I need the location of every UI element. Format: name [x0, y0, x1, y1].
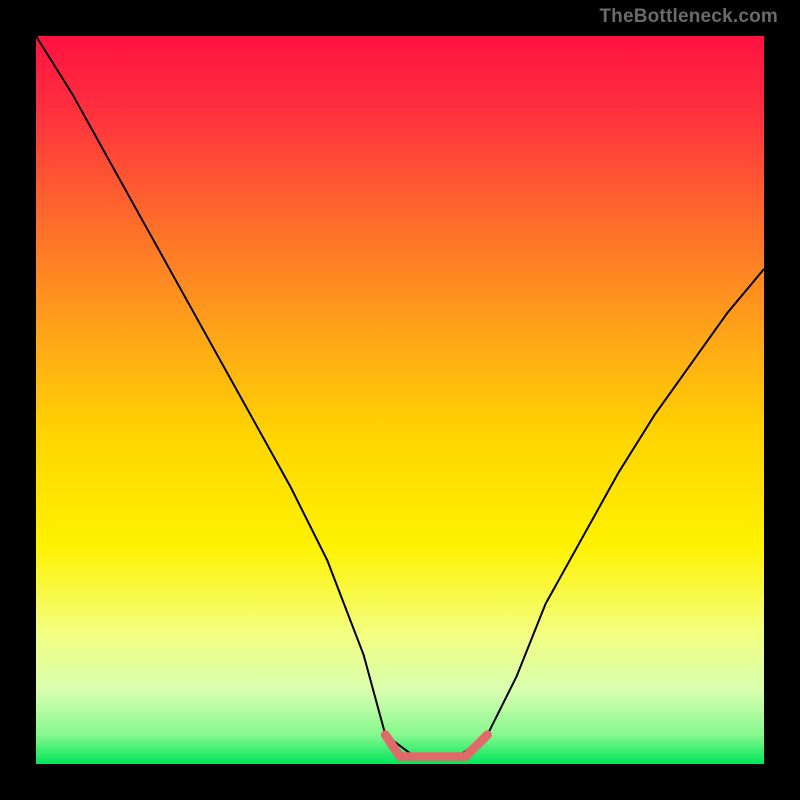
gradient-background — [36, 36, 764, 764]
plot-area — [36, 36, 764, 764]
chart-frame: TheBottleneck.com — [0, 0, 800, 800]
chart-svg — [36, 36, 764, 764]
watermark-text: TheBottleneck.com — [599, 6, 778, 28]
